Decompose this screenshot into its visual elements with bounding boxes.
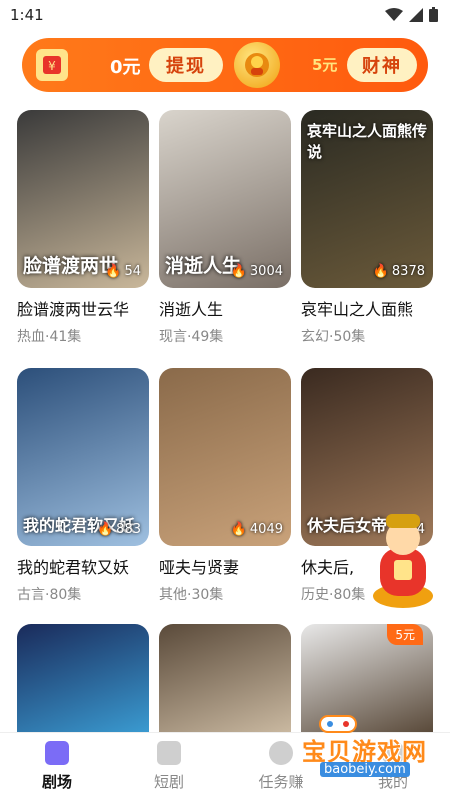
drama-poster[interactable] bbox=[159, 624, 291, 732]
drama-meta: 古言·80集 bbox=[17, 587, 82, 603]
drama-name[interactable]: 脸谱渡两世云华 bbox=[17, 296, 149, 320]
drama-meta: 现言·49集 bbox=[159, 329, 224, 345]
drama-meta: 热血·41集 bbox=[17, 329, 82, 345]
status-icons bbox=[385, 7, 438, 22]
drama-card[interactable]: 我的蛇君软又妖 🔥 883 我的蛇君软又妖 古言·80集 bbox=[17, 368, 149, 604]
gamepad-icon bbox=[319, 715, 357, 733]
status-time: 1:41 bbox=[10, 6, 44, 24]
view-count: 🔥 4049 bbox=[230, 522, 283, 537]
view-count: 🔥 54 bbox=[105, 264, 141, 279]
tab-label: 剧场 bbox=[41, 773, 72, 791]
fortune-god-icon[interactable] bbox=[234, 42, 280, 88]
coin-icon bbox=[269, 741, 293, 765]
drama-name[interactable]: 我的蛇君软又妖 bbox=[17, 554, 149, 578]
drama-name[interactable]: 消逝人生 bbox=[159, 296, 291, 320]
flame-icon: 🔥 bbox=[230, 522, 247, 537]
red-envelope-icon: ¥ bbox=[36, 49, 68, 81]
drama-card[interactable]: 消逝人生 🔥 3004 消逝人生 现言·49集 bbox=[159, 110, 291, 346]
fortune-god-button[interactable]: 财神 bbox=[347, 48, 417, 82]
flame-icon: 🔥 bbox=[372, 264, 389, 279]
view-count: 🔥 883 bbox=[96, 522, 141, 537]
tab-theater[interactable]: 剧场 bbox=[12, 741, 102, 792]
watermark-url: baobeiy.com bbox=[320, 762, 410, 777]
poster-title: 消逝人生 bbox=[165, 255, 242, 277]
drama-meta: 其他·30集 bbox=[159, 587, 224, 603]
drama-name[interactable]: 哑夫与贤妻 bbox=[159, 554, 291, 578]
drama-poster[interactable]: 哀牢山之人面熊传说 🔥 8378 bbox=[301, 110, 433, 288]
drama-name[interactable]: 哀牢山之人面熊 bbox=[301, 296, 433, 320]
tab-label: 短剧 bbox=[153, 773, 184, 791]
tab-short-drama[interactable]: 短剧 bbox=[124, 741, 214, 792]
film-icon bbox=[45, 741, 69, 765]
drama-card[interactable]: 脸谱渡两世 🔥 54 脸谱渡两世云华 热血·41集 bbox=[17, 110, 149, 346]
fortune-god-floating-icon[interactable] bbox=[368, 508, 438, 612]
drama-card[interactable] bbox=[17, 624, 149, 732]
reward-banner[interactable]: ¥ 0元 提现 5元 财神 bbox=[22, 38, 428, 92]
balance-amount: 0元 bbox=[110, 57, 141, 78]
signal-icon bbox=[409, 7, 423, 22]
poster-title: 脸谱渡两世 bbox=[23, 255, 119, 277]
poster-title: 哀牢山之人面熊传说 bbox=[307, 122, 428, 161]
play-icon bbox=[157, 741, 181, 765]
view-count: 🔥 3004 bbox=[230, 264, 283, 279]
drama-poster[interactable]: 脸谱渡两世 🔥 54 bbox=[17, 110, 149, 288]
drama-poster[interactable]: 我的蛇君软又妖 🔥 883 bbox=[17, 368, 149, 546]
wifi-icon bbox=[385, 7, 403, 21]
withdraw-button[interactable]: 提现 bbox=[149, 48, 223, 82]
reward-tag: 5元 bbox=[387, 624, 423, 645]
reward-amount: 5元 bbox=[312, 56, 338, 74]
drama-poster[interactable]: 🔥 4049 bbox=[159, 368, 291, 546]
drama-card[interactable]: 🔥 4049 哑夫与贤妻 其他·30集 bbox=[159, 368, 291, 604]
drama-meta: 玄幻·50集 bbox=[301, 329, 366, 345]
drama-card[interactable] bbox=[159, 624, 291, 732]
status-bar: 1:41 bbox=[0, 0, 450, 30]
drama-poster[interactable]: 消逝人生 🔥 3004 bbox=[159, 110, 291, 288]
flame-icon: 🔥 bbox=[105, 264, 122, 279]
flame-icon: 🔥 bbox=[96, 522, 114, 537]
view-count: 🔥 8378 bbox=[372, 264, 425, 279]
drama-poster[interactable] bbox=[17, 624, 149, 732]
battery-icon bbox=[429, 7, 438, 22]
drama-card[interactable]: 哀牢山之人面熊传说 🔥 8378 哀牢山之人面熊 玄幻·50集 bbox=[301, 110, 433, 346]
flame-icon: 🔥 bbox=[230, 264, 247, 279]
site-watermark: 宝贝游戏网 baobeiy.com bbox=[300, 712, 450, 782]
svg-text:¥: ¥ bbox=[48, 59, 56, 73]
